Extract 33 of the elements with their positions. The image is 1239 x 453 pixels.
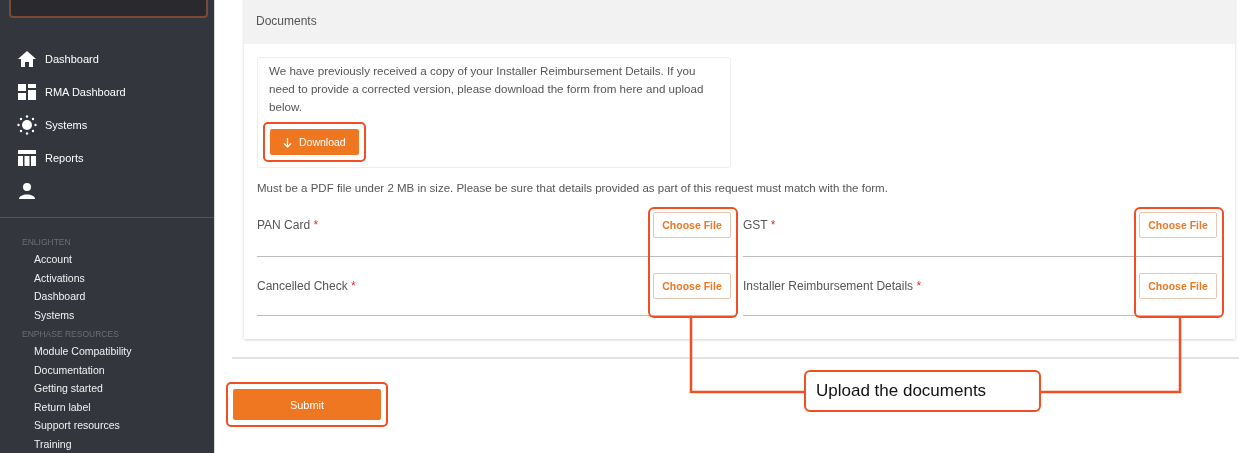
field-label: PAN Card *: [257, 218, 319, 232]
nav-item[interactable]: Reports: [17, 141, 214, 174]
sidebar-link[interactable]: Documentation: [0, 360, 214, 379]
sidebar-link[interactable]: Return label: [0, 397, 214, 416]
sidebar-link[interactable]: Module Compatibility: [0, 342, 214, 361]
nav-item[interactable]: RMA Dashboard: [17, 75, 214, 108]
nav-label: RMA Dashboard: [45, 85, 126, 98]
dashboard-icon: [17, 82, 37, 101]
callout: Upload the documents: [804, 370, 1041, 412]
input-field[interactable]: [9, 0, 208, 18]
nav-label: Systems: [45, 118, 88, 131]
field-label: GST *: [743, 218, 776, 232]
table-icon: [17, 148, 37, 167]
nav-label: Reports: [45, 151, 84, 164]
sidebar-link[interactable]: Training: [0, 434, 214, 453]
help-text: Must be a PDF file under 2 MB in size. Please be sure that details provided as part of this request must match with the form.: [257, 182, 889, 194]
nav-label: Dashboard: [45, 52, 99, 65]
notice-text: We have previously received a copy of your Installer Reimbursement Details. If you need to provide a corrected version, please download the form from here and upload below.: [269, 63, 705, 115]
nav-item[interactable]: Systems: [17, 108, 214, 141]
sidebar-link[interactable]: Dashboard: [0, 287, 214, 306]
arrow-down-icon: [283, 136, 292, 148]
sidebar-link[interactable]: Support resources: [0, 416, 214, 435]
sidebar-link[interactable]: Systems: [0, 305, 214, 324]
sidebar-link[interactable]: Getting started: [0, 379, 214, 398]
nav-item[interactable]: Dashboard: [17, 42, 214, 75]
panel-title: Documents: [256, 14, 317, 28]
sidebar-link[interactable]: Activations: [0, 268, 214, 287]
person-icon[interactable]: [17, 181, 37, 200]
field-label: Cancelled Check *: [257, 279, 356, 293]
home-icon: [17, 49, 37, 68]
sun-icon: [17, 114, 37, 135]
sidebar-link[interactable]: Account: [0, 250, 214, 269]
field-label: Installer Reimbursement Details *: [743, 279, 922, 293]
